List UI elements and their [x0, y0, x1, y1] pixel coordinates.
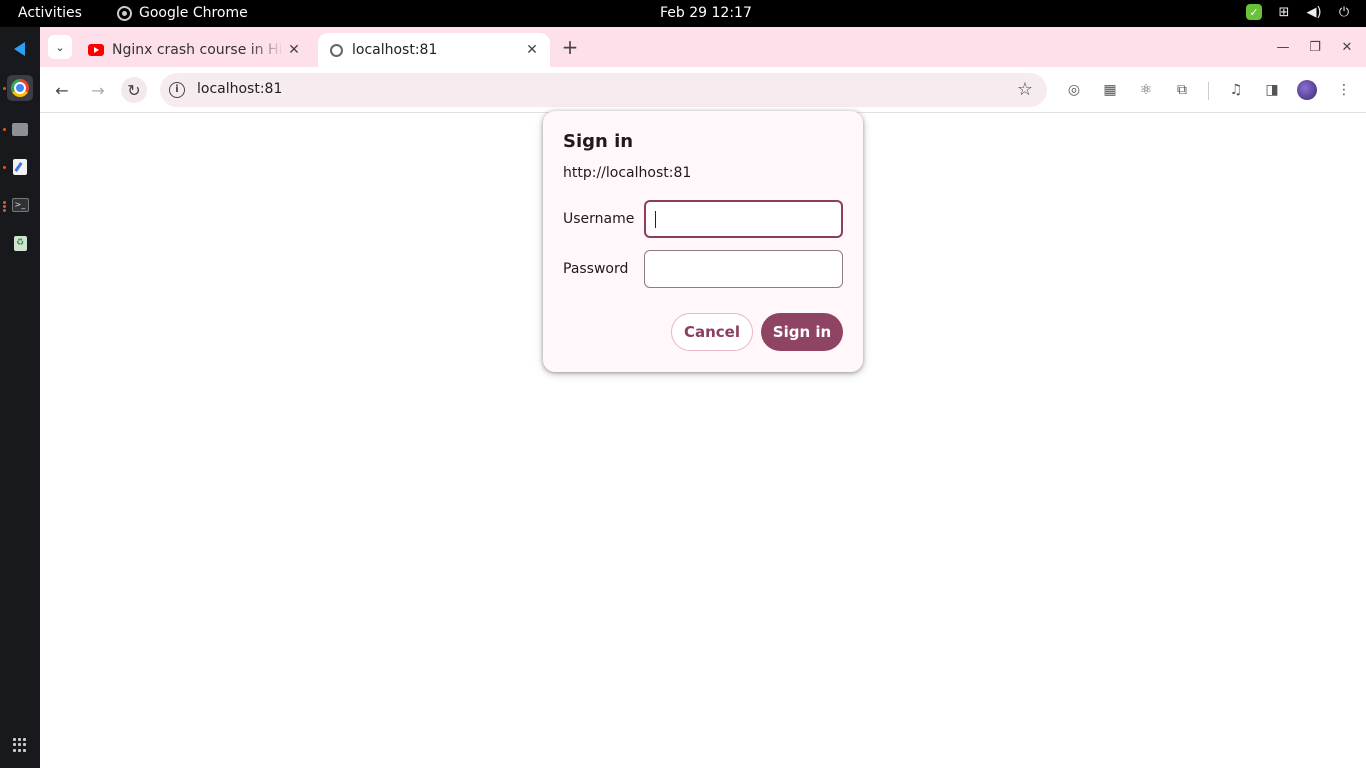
- running-indicator: [3, 128, 6, 131]
- dialog-origin: http://localhost:81: [563, 165, 692, 181]
- dock-chrome[interactable]: [7, 75, 33, 101]
- files-icon: [12, 122, 28, 136]
- username-input[interactable]: [644, 200, 843, 238]
- profile-avatar[interactable]: [1297, 80, 1317, 100]
- extension-3-icon[interactable]: ⚛: [1135, 79, 1157, 101]
- plus-icon: +: [561, 35, 579, 59]
- dock-vscode[interactable]: [7, 36, 33, 62]
- address-bar[interactable]: i localhost:81 ☆: [160, 73, 1047, 107]
- dock-text-editor[interactable]: [7, 154, 33, 180]
- running-indicator: [3, 205, 6, 208]
- power-icon[interactable]: ⏻: [1336, 4, 1352, 20]
- text-editor-icon: [13, 159, 27, 175]
- restore-icon: ❐: [1309, 39, 1321, 55]
- dock-show-apps[interactable]: [7, 732, 33, 758]
- bookmark-star-icon[interactable]: ☆: [1017, 79, 1033, 100]
- back-button[interactable]: ←: [49, 77, 75, 103]
- network-icon[interactable]: ⊞: [1276, 4, 1292, 20]
- app-menu[interactable]: Google Chrome: [117, 5, 248, 21]
- chrome-icon: [11, 79, 29, 97]
- running-indicator: [3, 201, 6, 204]
- arrow-left-icon: ←: [55, 80, 69, 100]
- dialog-title: Sign in: [563, 131, 634, 152]
- security-shield-icon[interactable]: ✓: [1246, 4, 1262, 20]
- tab-localhost[interactable]: localhost:81 ✕: [318, 33, 550, 67]
- dock-files[interactable]: [7, 116, 33, 142]
- new-tab-button[interactable]: +: [558, 35, 582, 59]
- globe-icon: [328, 42, 344, 58]
- clock[interactable]: Feb 29 12:17: [660, 5, 752, 21]
- running-indicator: [3, 209, 6, 212]
- password-input[interactable]: [644, 250, 843, 288]
- chrome-app-icon: [117, 5, 132, 21]
- info-icon[interactable]: i: [169, 82, 185, 98]
- minimize-icon: —: [1276, 39, 1290, 55]
- activities-button[interactable]: Activities: [18, 5, 82, 21]
- running-indicator: [3, 87, 6, 90]
- arrow-right-icon: →: [91, 80, 105, 100]
- close-icon[interactable]: ✕: [284, 40, 304, 60]
- system-tray[interactable]: ✓ ⊞ ◀) ⏻: [1246, 4, 1352, 20]
- running-indicator: [3, 166, 6, 169]
- app-grid-icon: [13, 738, 27, 752]
- close-icon[interactable]: ✕: [522, 40, 542, 60]
- more-menu-icon[interactable]: ⋮: [1333, 79, 1355, 101]
- close-window-button[interactable]: ✕: [1336, 36, 1358, 58]
- sign-in-dialog: Sign in http://localhost:81 Username Pas…: [543, 111, 863, 372]
- tab-title: Nginx crash course in Hi: [112, 42, 283, 58]
- trash-icon: ♻: [13, 235, 27, 251]
- text-caret: [655, 211, 656, 228]
- dock-trash[interactable]: ♻: [7, 230, 33, 256]
- extensions-puzzle-icon[interactable]: ⧉: [1171, 79, 1193, 101]
- sign-in-button[interactable]: Sign in: [761, 313, 843, 351]
- restore-button[interactable]: ❐: [1304, 36, 1326, 58]
- volume-icon[interactable]: ◀): [1306, 4, 1322, 20]
- reload-button[interactable]: ↻: [121, 77, 147, 103]
- dock-terminal[interactable]: >_: [7, 192, 33, 218]
- cancel-button[interactable]: Cancel: [671, 313, 753, 351]
- reload-icon: ↻: [127, 80, 141, 100]
- password-label: Password: [563, 261, 629, 277]
- tab-title: localhost:81: [352, 42, 438, 58]
- gnome-top-bar: Activities Google Chrome Feb 29 12:17 ✓ …: [0, 0, 1366, 27]
- terminal-icon: >_: [11, 198, 29, 212]
- chevron-down-icon: ⌄: [55, 40, 65, 54]
- toolbar-divider: [1208, 82, 1209, 100]
- close-icon: ✕: [1341, 39, 1353, 55]
- youtube-icon: [88, 42, 104, 58]
- username-label: Username: [563, 211, 635, 227]
- tab-strip: ⌄ Nginx crash course in Hi ✕ localhost:8…: [40, 27, 1366, 67]
- extension-2-icon[interactable]: ▦: [1099, 79, 1121, 101]
- side-panel-icon[interactable]: ◨: [1261, 79, 1283, 101]
- tab-search-button[interactable]: ⌄: [48, 35, 72, 59]
- browser-toolbar: ← → ↻ i localhost:81 ☆ ◎ ▦ ⚛ ⧉ ♫ ◨ ⋮: [40, 67, 1366, 113]
- app-menu-label: Google Chrome: [139, 5, 248, 21]
- address-text[interactable]: localhost:81: [197, 81, 282, 97]
- tab-nginx[interactable]: Nginx crash course in Hi ✕: [78, 33, 312, 67]
- dock: >_ ♻: [0, 27, 40, 768]
- chrome-window: ⌄ Nginx crash course in Hi ✕ localhost:8…: [40, 27, 1366, 768]
- vscode-icon: [12, 41, 28, 57]
- media-controls-icon[interactable]: ♫: [1225, 79, 1247, 101]
- minimize-button[interactable]: —: [1272, 36, 1294, 58]
- forward-button[interactable]: →: [85, 77, 111, 103]
- extension-1-icon[interactable]: ◎: [1063, 79, 1085, 101]
